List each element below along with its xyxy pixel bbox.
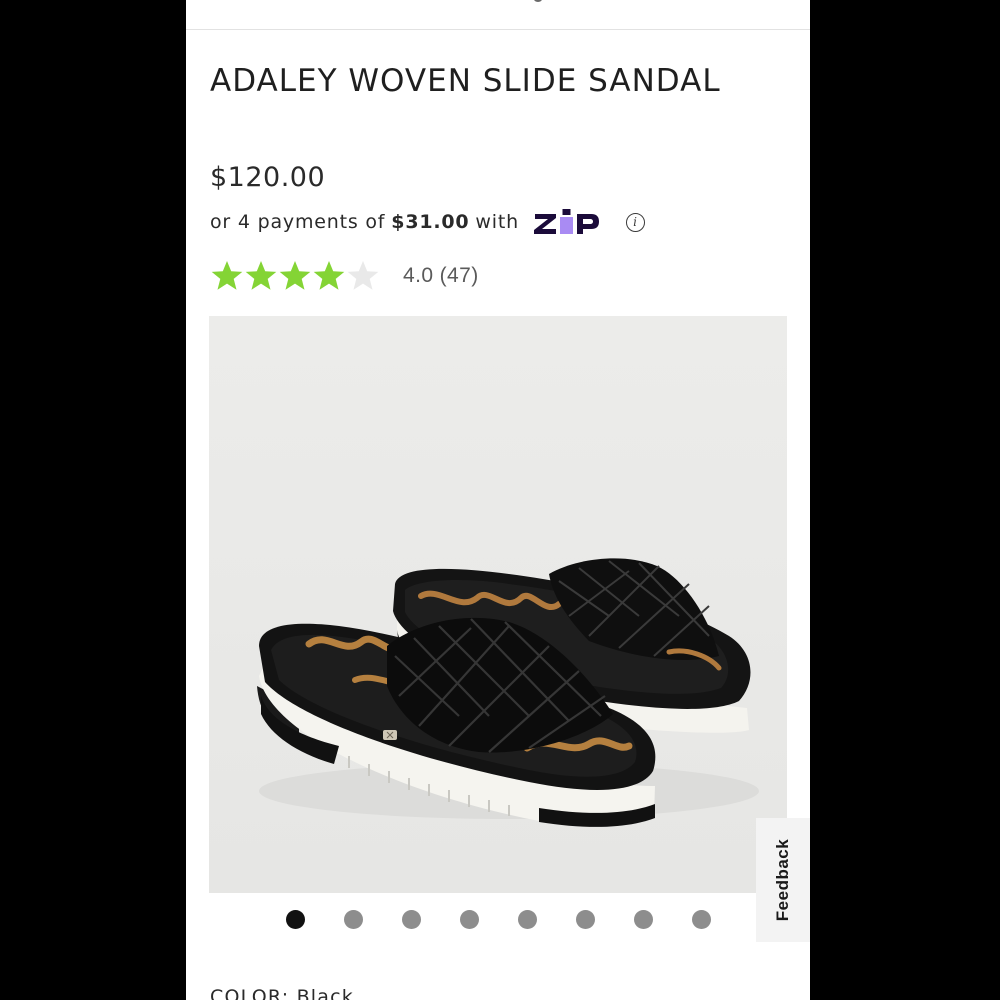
installment-amount: $31.00 (391, 211, 470, 233)
product-image[interactable] (209, 316, 787, 893)
info-icon[interactable]: i (625, 212, 645, 232)
review-count[interactable]: (47) (440, 264, 479, 287)
carousel-dot[interactable] (460, 909, 479, 929)
product-title: ADALEY WOVEN SLIDE SANDAL (210, 63, 721, 99)
header-divider (186, 29, 810, 30)
star-filled-icon (313, 261, 345, 290)
carousel-dot[interactable] (286, 909, 305, 929)
color-selection: COLOR: Black (210, 986, 354, 1000)
feedback-label: Feedback (773, 838, 792, 922)
star-empty-icon (347, 261, 379, 290)
header-icon-fragment (534, 0, 542, 2)
product-price: $120.00 (210, 162, 326, 193)
image-carousel-dots (286, 909, 750, 929)
installment-suffix: with (475, 211, 519, 233)
feedback-tab[interactable]: Feedback (756, 818, 810, 942)
rating-stars (210, 259, 380, 293)
star-filled-icon (279, 261, 311, 290)
product-page: ADALEY WOVEN SLIDE SANDAL $120.00 or 4 p… (186, 0, 810, 1000)
carousel-dot[interactable] (402, 909, 421, 929)
rating-summary[interactable]: 4.0 (47) (403, 264, 479, 288)
carousel-dot[interactable] (344, 909, 363, 929)
carousel-dot[interactable] (576, 909, 595, 929)
zip-logo[interactable] (533, 207, 615, 237)
rating-value: 4.0 (403, 264, 434, 287)
star-filled-icon (211, 261, 243, 290)
color-label: COLOR: (210, 986, 290, 1000)
carousel-dot[interactable] (518, 909, 537, 929)
installment-offer: or 4 payments of $31.00 with i (210, 207, 645, 237)
rating-row[interactable]: 4.0 (47) (210, 256, 479, 296)
installment-prefix: or 4 payments of (210, 211, 386, 233)
carousel-dot[interactable] (692, 909, 711, 929)
sandal-illustration (257, 558, 759, 827)
carousel-dot[interactable] (634, 909, 653, 929)
star-filled-icon (245, 261, 277, 290)
color-value: Black (296, 986, 354, 1000)
